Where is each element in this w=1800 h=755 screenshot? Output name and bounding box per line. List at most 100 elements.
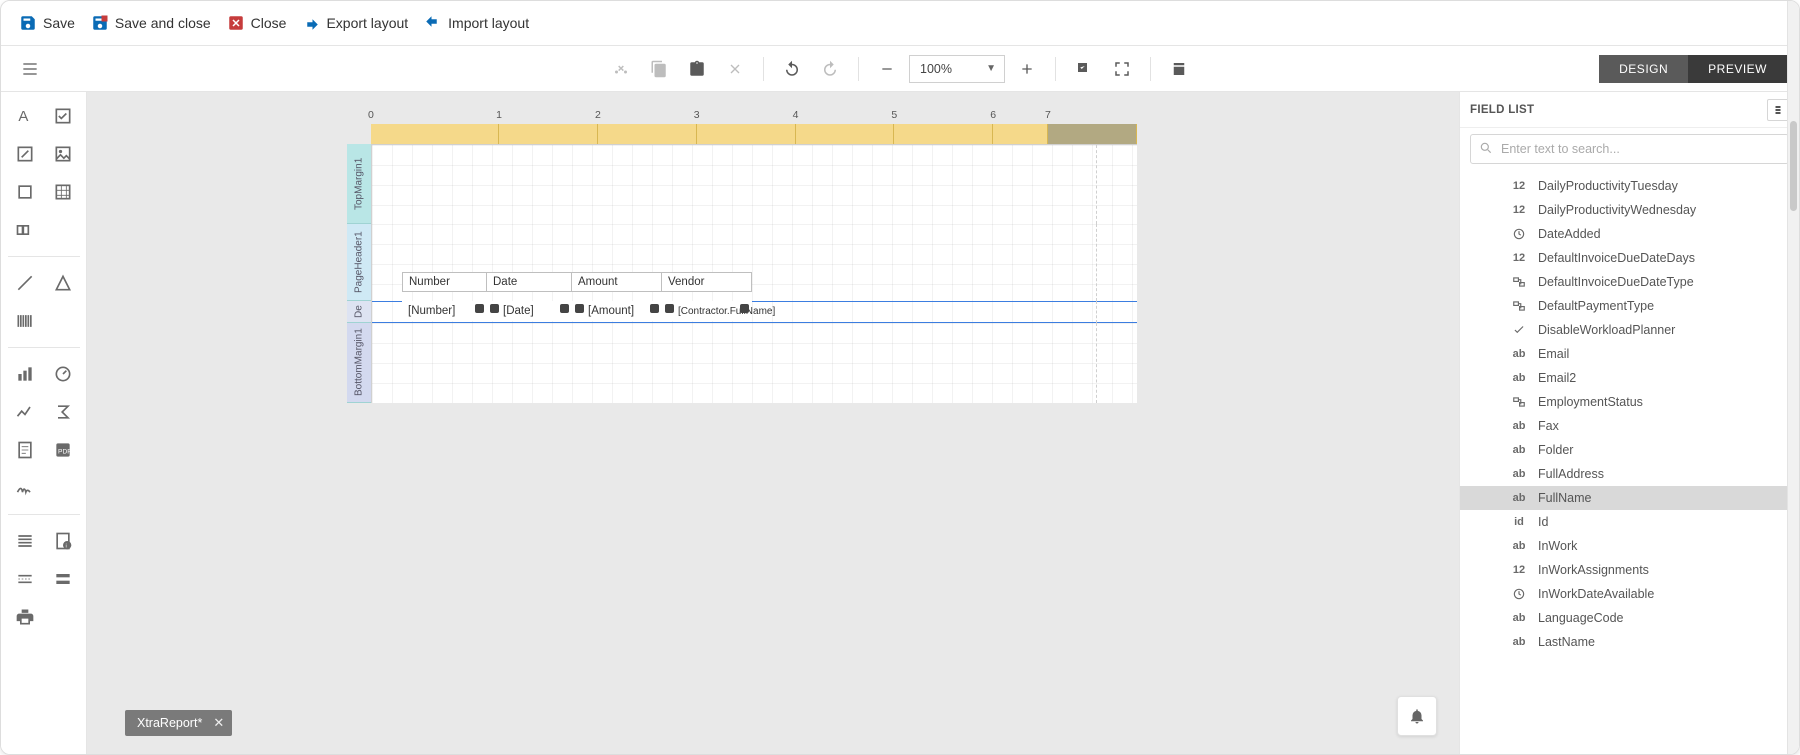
page-break-tool[interactable] [9,563,41,595]
tab-preview[interactable]: PREVIEW [1688,55,1787,83]
export-layout-button[interactable]: Export layout [302,14,408,32]
checkbox-tool[interactable] [47,100,79,132]
close-tab-icon[interactable]: ✕ [213,715,224,731]
detail-cell-amount[interactable]: [Amount] [572,301,662,321]
line-tool[interactable] [9,267,41,299]
band-top-margin[interactable]: TopMargin1 [347,144,1137,224]
zoom-in-button[interactable] [1011,53,1043,85]
sigma-tool[interactable] [47,396,79,428]
scrollbar[interactable] [1787,1,1799,754]
header-cell-number[interactable]: Number [402,272,487,292]
panel-action-button[interactable] [1767,99,1789,121]
pdf-tool[interactable]: PDF [47,434,79,466]
cut-button[interactable] [605,53,637,85]
tab-design[interactable]: DESIGN [1599,55,1688,83]
paste-button[interactable] [681,53,713,85]
save-button[interactable]: Save [19,14,75,32]
barcode-tool[interactable] [9,305,41,337]
toc-tool[interactable] [9,525,41,557]
field-item[interactable]: abFullAddress [1460,462,1799,486]
field-item[interactable]: abInWork [1460,534,1799,558]
header-cell-vendor[interactable]: Vendor [662,272,752,292]
document-tab[interactable]: XtraReport* ✕ [125,710,232,736]
import-layout-button[interactable]: Import layout [424,14,529,32]
detail-table[interactable]: [Number] [Date] [Amount] [Contractor.Ful… [402,301,752,321]
document-tabs: XtraReport* ✕ [125,710,232,736]
band-bottom-margin[interactable]: BottomMargin1 [347,323,1137,403]
field-label: Fax [1538,419,1559,433]
field-list[interactable]: 12DailyProductivityTuesday12DailyProduct… [1460,170,1799,754]
field-item[interactable]: abEmail2 [1460,366,1799,390]
smart-tag-icon[interactable] [490,304,499,313]
scripts-button[interactable] [1163,53,1195,85]
picture-tool[interactable] [47,138,79,170]
smart-tag-icon[interactable] [650,304,659,313]
field-item[interactable]: 12DefaultInvoiceDueDateDays [1460,246,1799,270]
field-list-panel: FIELD LIST 12DailyProductivityTuesday12D… [1459,92,1799,754]
table-tool[interactable] [47,176,79,208]
gauge-tool[interactable] [47,358,79,390]
ruler-seg: 4 [796,124,895,144]
field-item[interactable]: DefaultInvoiceDueDateType [1460,270,1799,294]
label-tool[interactable]: A [9,100,41,132]
field-search[interactable] [1470,134,1789,164]
redo-button[interactable] [814,53,846,85]
character-comb-tool[interactable] [9,214,41,246]
print-tool[interactable] [9,601,41,633]
page-info-tool[interactable]: i [47,525,79,557]
field-item[interactable]: abLastName [1460,630,1799,654]
field-label: DateAdded [1538,227,1601,241]
richtext-tool[interactable] [9,138,41,170]
copy-button[interactable] [643,53,675,85]
field-item[interactable]: abFax [1460,414,1799,438]
save-and-close-button[interactable]: Save and close [91,14,211,32]
header-table[interactable]: Number Date Amount Vendor [402,272,752,292]
detail-cell-vendor[interactable]: [Contractor.FullName] [662,301,752,321]
field-item[interactable]: InWorkDateAvailable [1460,582,1799,606]
field-search-input[interactable] [1501,142,1780,156]
detail-cell-number[interactable]: [Number] [402,301,487,321]
zoom-select[interactable]: 100% ▼ [909,55,1005,83]
band-detail[interactable]: De [Number] [Date] [Amount] [Contractor.… [347,301,1137,323]
report-tool[interactable] [9,434,41,466]
field-item[interactable]: 12InWorkAssignments [1460,558,1799,582]
smart-tag-icon[interactable] [740,304,749,313]
smart-tag-icon[interactable] [475,304,484,313]
svg-text:i: i [65,544,66,550]
field-item[interactable]: abFolder [1460,438,1799,462]
field-item[interactable]: 12DailyProductivityWednesday [1460,198,1799,222]
header-cell-amount[interactable]: Amount [572,272,662,292]
menu-toggle[interactable] [13,52,47,86]
field-item[interactable]: abLanguageCode [1460,606,1799,630]
fullscreen-button[interactable] [1106,53,1138,85]
chart-tool[interactable] [9,358,41,390]
validate-button[interactable] [1068,53,1100,85]
zoom-out-button[interactable] [871,53,903,85]
notifications-button[interactable] [1397,696,1437,736]
band-label: De [347,301,371,323]
field-item[interactable]: DisableWorkloadPlanner [1460,318,1799,342]
undo-button[interactable] [776,53,808,85]
field-item[interactable]: idId [1460,510,1799,534]
field-item[interactable]: abFullName [1460,486,1799,510]
field-item[interactable]: 12DailyProductivityTuesday [1460,174,1799,198]
signature-tool[interactable] [9,472,41,504]
header-cell-date[interactable]: Date [487,272,572,292]
panel-tool[interactable] [9,176,41,208]
band-page-header[interactable]: PageHeader1 Number Date Amount Vendor [347,224,1137,301]
smart-tag-icon[interactable] [665,304,674,313]
design-canvas[interactable]: 0 1 2 3 4 5 6 7 TopMargin1 PageHeader1 [87,92,1459,754]
field-item[interactable]: EmploymentStatus [1460,390,1799,414]
field-item[interactable]: abEmail [1460,342,1799,366]
field-item[interactable]: DefaultPaymentType [1460,294,1799,318]
ruler-seg: 0 [371,124,499,144]
cross-band-tool[interactable] [47,563,79,595]
smart-tag-icon[interactable] [575,304,584,313]
close-button[interactable]: Close [227,14,287,32]
detail-cell-date[interactable]: [Date] [487,301,572,321]
field-item[interactable]: DateAdded [1460,222,1799,246]
sparkline-tool[interactable] [9,396,41,428]
smart-tag-icon[interactable] [560,304,569,313]
shape-tool[interactable] [47,267,79,299]
delete-button[interactable] [719,53,751,85]
